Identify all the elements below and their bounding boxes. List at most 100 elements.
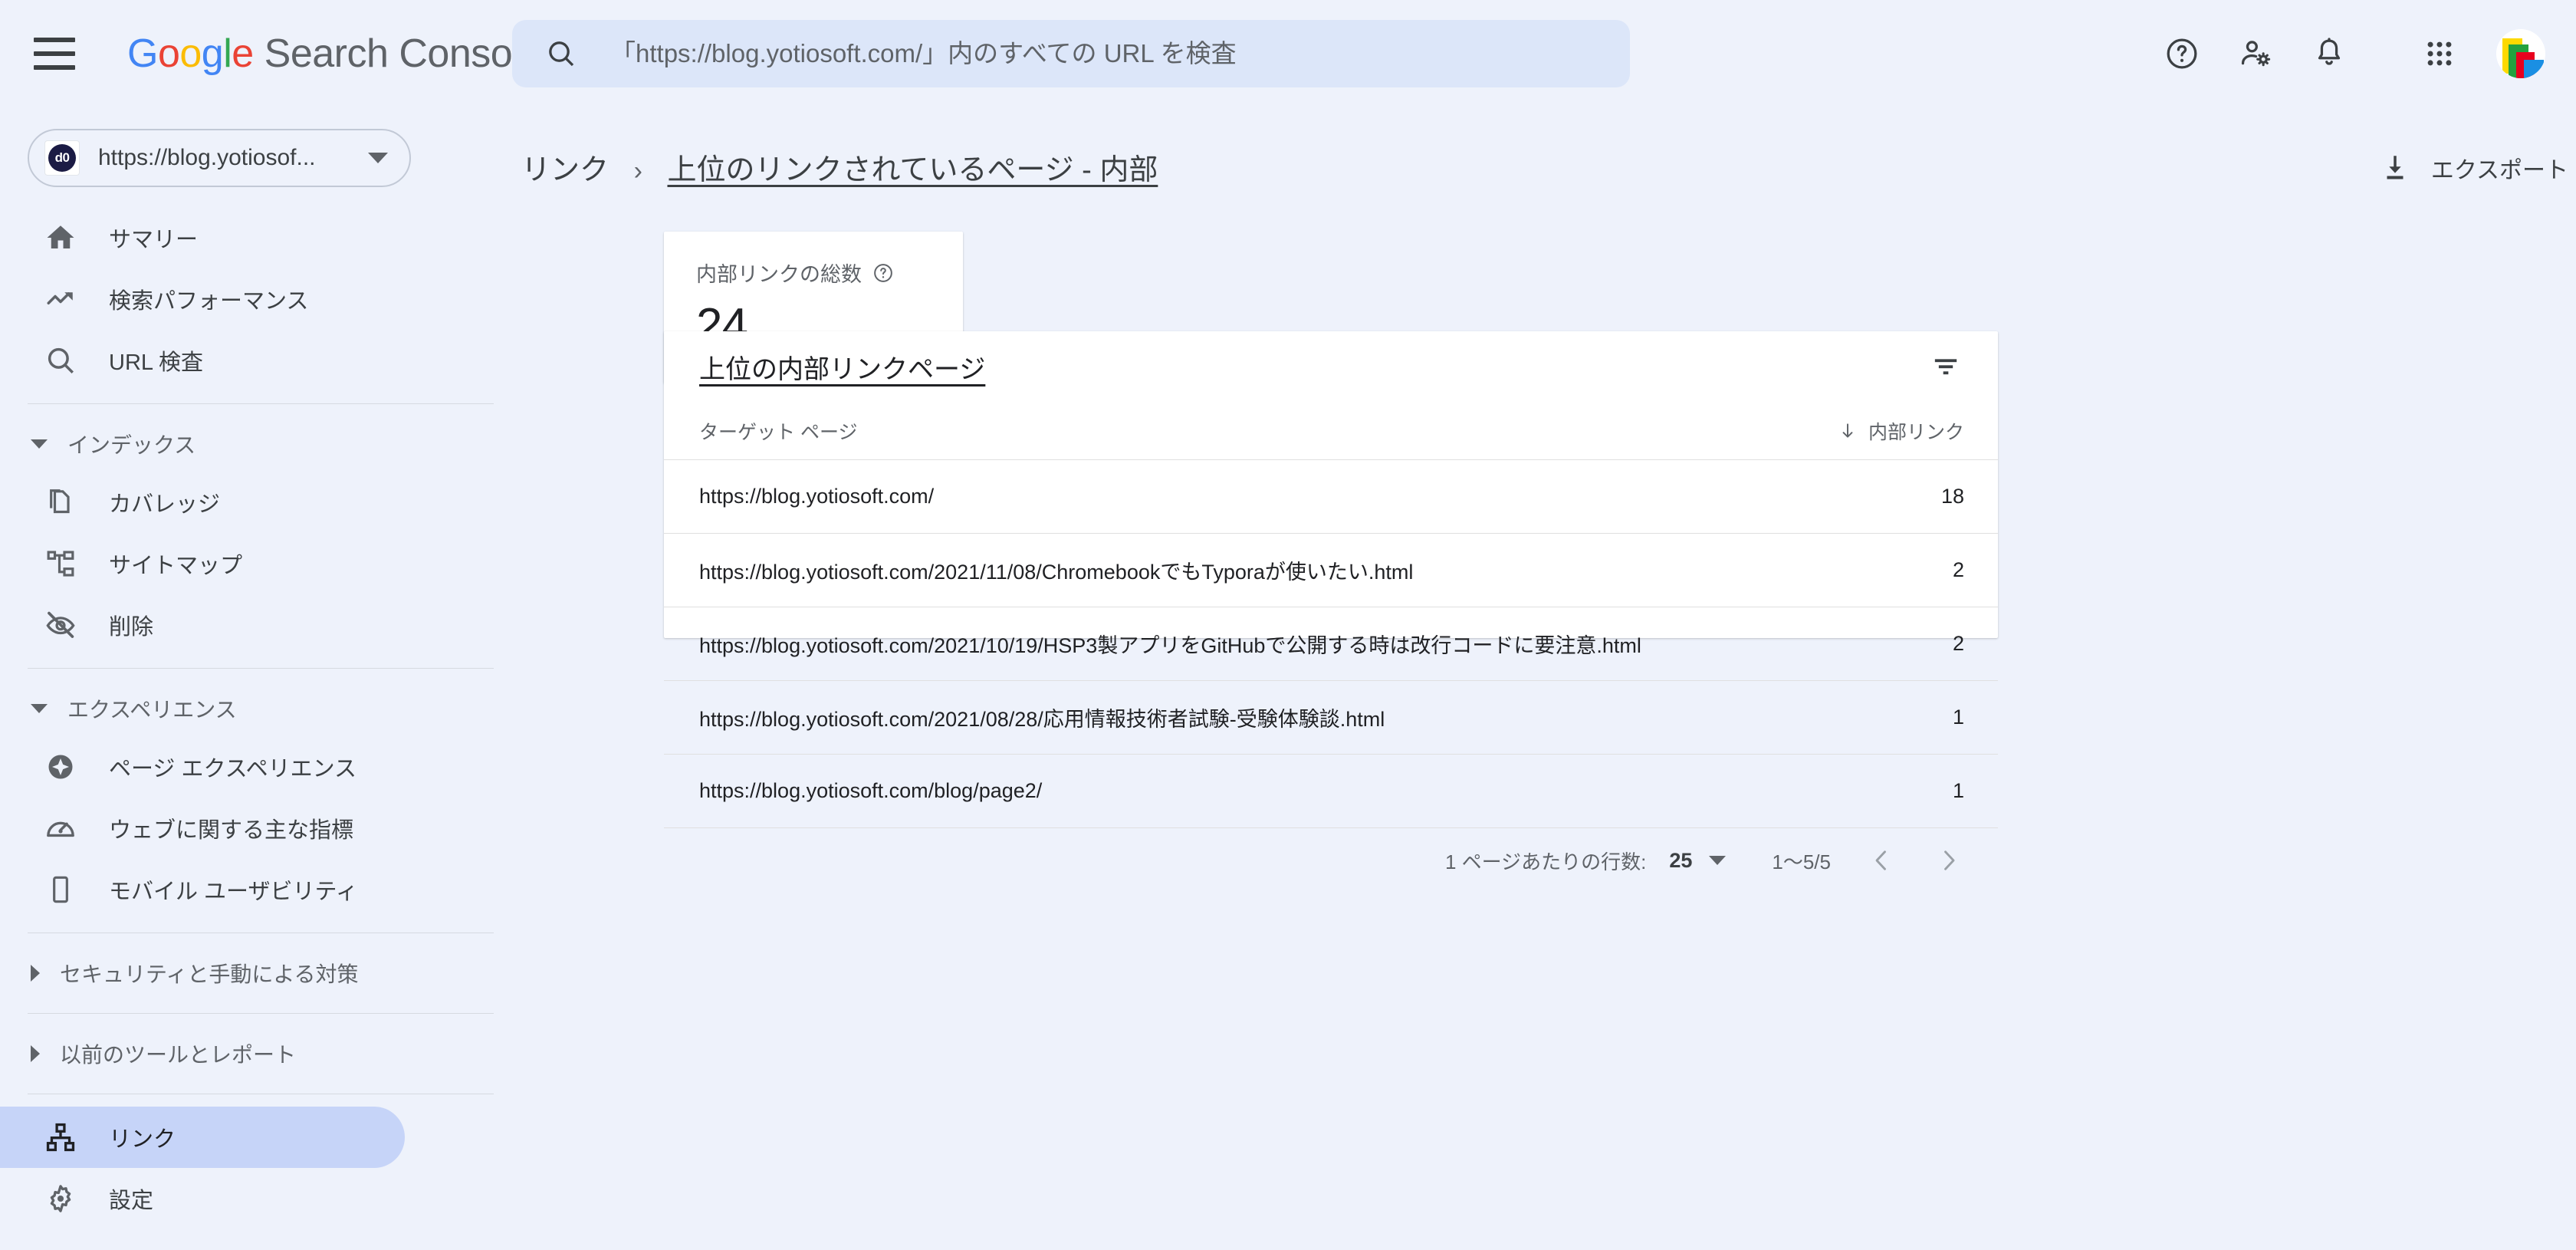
sidebar-group-label: セキュリティと手動による対策 xyxy=(60,962,359,986)
chevron-right-icon[interactable] xyxy=(1932,844,1966,877)
help-icon[interactable] xyxy=(2145,20,2219,87)
sidebar-item-label: ページ エクスペリエンス xyxy=(109,757,356,781)
sidebar-item-coverage[interactable]: カバレッジ xyxy=(0,472,405,533)
export-button-label: エクスポート xyxy=(2430,158,2568,183)
sidebar-group-index[interactable]: インデックス xyxy=(0,416,521,472)
user-avatar[interactable] xyxy=(2496,29,2545,78)
sidebar-group-legacy-tools[interactable]: 以前のツールとレポート xyxy=(0,1026,521,1081)
rows-per-page-value[interactable]: 25 xyxy=(1669,849,1692,873)
table-cell-count: 2 xyxy=(1952,632,1964,655)
chevron-right-icon xyxy=(31,965,40,982)
pages-copy-icon xyxy=(43,485,78,520)
property-selector-label: https://blog.yotiosof... xyxy=(98,145,316,170)
chevron-down-icon xyxy=(368,153,388,163)
pagination-range: 1〜5/5 xyxy=(1772,850,1831,873)
sidebar-item-label: カバレッジ xyxy=(109,492,221,517)
property-selector[interactable]: d0 https://blog.yotiosof... xyxy=(28,129,411,187)
chevron-right-icon xyxy=(31,1045,40,1062)
sidebar-item-sitemaps[interactable]: サイトマップ xyxy=(0,533,405,594)
links-graph-icon xyxy=(43,1120,78,1155)
table-row[interactable]: https://blog.yotiosoft.com/2021/11/08/Ch… xyxy=(664,534,1998,607)
account-settings-icon[interactable] xyxy=(2219,20,2292,87)
mobile-phone-icon xyxy=(43,872,78,907)
speedometer-icon xyxy=(43,811,78,846)
sidebar-item-label: 設定 xyxy=(109,1189,154,1213)
column-header-internal-links[interactable]: 内部リンク xyxy=(1838,417,1964,445)
table-row[interactable]: https://blog.yotiosoft.com/ 18 xyxy=(664,460,1998,534)
home-icon xyxy=(43,220,78,255)
property-favicon-text: d0 xyxy=(48,144,76,172)
sidebar-group-label: エクスペリエンス xyxy=(67,698,237,722)
property-favicon: d0 xyxy=(44,140,80,176)
top-bar-icon-group xyxy=(2145,20,2553,87)
metric-title-row: 内部リンクの総数 xyxy=(696,258,963,288)
sidebar-item-search-performance[interactable]: 検索パフォーマンス xyxy=(0,268,405,330)
download-icon xyxy=(2387,156,2404,179)
sidebar-item-summary[interactable]: サマリー xyxy=(0,207,405,268)
breadcrumb: リンク › 上位のリンクされているページ - 内部 xyxy=(521,146,1158,188)
chevron-left-icon[interactable] xyxy=(1865,844,1898,877)
sidebar-group-security[interactable]: セキュリティと手動による対策 xyxy=(0,946,521,1001)
sidebar-group-experience[interactable]: エクスペリエンス xyxy=(0,681,521,736)
sidebar-item-label: 削除 xyxy=(109,615,154,640)
notifications-bell-icon[interactable] xyxy=(2292,20,2366,87)
breadcrumb-root[interactable]: リンク xyxy=(521,154,609,186)
help-circle-icon[interactable] xyxy=(872,262,894,284)
table-cell-url: https://blog.yotiosoft.com/blog/page2/ xyxy=(699,779,1043,802)
table-cell-count: 2 xyxy=(1952,558,1964,581)
chevron-down-icon xyxy=(31,704,48,713)
table-pagination-footer: 1 ページあたりの行数: 25 1〜5/5 xyxy=(664,828,1998,893)
sidebar-item-label: サマリー xyxy=(109,228,199,252)
sitemap-icon xyxy=(43,546,78,581)
sidebar-primary-list: サマリー 検索パフォーマンス URL 検査 xyxy=(0,207,521,391)
sidebar-divider xyxy=(28,403,494,404)
sidebar-item-mobile-usability[interactable]: モバイル ユーザビリティ xyxy=(0,859,405,920)
sidebar-item-label: 検索パフォーマンス xyxy=(109,289,309,314)
breadcrumb-current[interactable]: 上位のリンクされているページ - 内部 xyxy=(667,154,1158,186)
sidebar-item-removals[interactable]: 削除 xyxy=(0,594,405,656)
search-input[interactable] xyxy=(610,39,1592,68)
eye-off-icon xyxy=(43,607,78,643)
table-row[interactable]: https://blog.yotiosoft.com/2021/08/28/応用… xyxy=(664,681,1998,755)
google-apps-grid-icon[interactable] xyxy=(2403,20,2476,87)
table-header: 上位の内部リンクページ xyxy=(664,331,1998,402)
chevron-down-icon[interactable] xyxy=(1709,856,1727,865)
sidebar-item-page-experience[interactable]: ページ エクスペリエンス xyxy=(0,736,405,798)
column-header-target-page[interactable]: ターゲット ページ xyxy=(699,417,857,445)
product-name: Search Console xyxy=(264,31,544,76)
sidebar-item-links[interactable]: リンク xyxy=(0,1107,405,1168)
filter-icon[interactable] xyxy=(1927,348,1964,385)
global-search-bar[interactable] xyxy=(512,20,1630,87)
table-row[interactable]: https://blog.yotiosoft.com/blog/page2/ 1 xyxy=(664,755,1998,828)
sidebar-item-url-inspection[interactable]: URL 検査 xyxy=(0,330,405,391)
sidebar-divider xyxy=(28,668,494,669)
top-app-bar: Google Search Console xyxy=(0,0,2576,107)
app-brand-logo[interactable]: Google Search Console xyxy=(127,34,543,74)
sidebar-item-core-web-vitals[interactable]: ウェブに関する主な指標 xyxy=(0,798,405,859)
chevron-down-icon xyxy=(31,439,48,449)
search-icon xyxy=(549,41,574,67)
table-column-header-row: ターゲット ページ 内部リンク xyxy=(664,402,1998,460)
table-cell-count: 1 xyxy=(1952,706,1964,729)
main-content: リンク › 上位のリンクされているページ - 内部 エクスポート 内部リンクの総… xyxy=(521,107,2576,1250)
page-header: リンク › 上位のリンクされているページ - 内部 エクスポート xyxy=(521,124,2576,209)
table-cell-count: 18 xyxy=(1940,485,1964,508)
table-row[interactable]: https://blog.yotiosoft.com/2021/10/19/HS… xyxy=(664,607,1998,681)
trending-up-icon xyxy=(43,281,78,317)
sidebar-item-label: ウェブに関する主な指標 xyxy=(109,818,354,843)
sidebar-group-label: 以前のツールとレポート xyxy=(60,1043,297,1067)
export-button[interactable]: エクスポート xyxy=(2379,143,2568,193)
sidebar-item-label: モバイル ユーザビリティ xyxy=(109,880,358,904)
search-icon xyxy=(43,343,78,378)
sidebar-item-settings[interactable]: 設定 xyxy=(0,1168,405,1229)
sidebar-group-label: インデックス xyxy=(67,433,196,457)
table-title[interactable]: 上位の内部リンクページ xyxy=(699,348,985,386)
table-cell-url: https://blog.yotiosoft.com/ xyxy=(699,485,935,508)
table-cell-url: https://blog.yotiosoft.com/2021/10/19/HS… xyxy=(699,634,1641,657)
sidebar-item-label: リンク xyxy=(109,1127,176,1152)
breadcrumb-separator: › xyxy=(633,156,642,186)
hamburger-menu-icon[interactable] xyxy=(34,38,75,70)
sidebar-item-label: サイトマップ xyxy=(109,554,243,578)
table-cell-count: 1 xyxy=(1952,779,1964,802)
table-cell-url: https://blog.yotiosoft.com/2021/11/08/Ch… xyxy=(699,561,1414,584)
